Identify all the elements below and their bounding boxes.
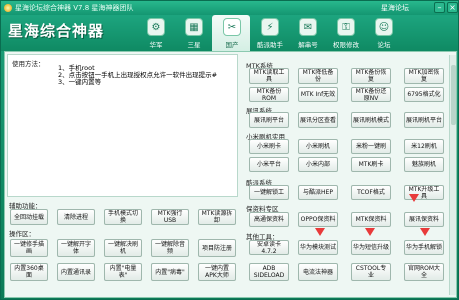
bolt-icon: ⚡ [261,18,279,36]
window-title: 星海论坛综合神器 V7.8 星海神器团队 [15,4,134,12]
red-arrow-icon [420,228,430,236]
mtk-read-tool-button[interactable]: MTK读取工具 [249,68,289,84]
main-nav: ⚙ 华军 ▦ 三星 ✂ 国产 ⚡ 酷派助手 ✉ 解串号 ⚿ 权限修改 ☺ 论坛 [136,15,402,51]
forum-link[interactable]: 星海论坛 [381,3,409,13]
android-reader-button[interactable]: 安卓读卡4.7.2 [249,240,289,255]
clear-process-button[interactable]: 清除进程 [57,209,95,225]
red-arrow-icon [315,228,325,236]
app-logo-icon [4,4,12,12]
app-window: 星海论坛综合神器 V7.8 星海神器团队 星海论坛 – × 星海综合神器 ⚙ 华军… [0,0,459,300]
content-area: 使用方法： 1、手机root 2、点击按钮一手机上出现授权点允许一软件出现提示#… [4,51,457,298]
official-rom-button[interactable]: 官网ROM大全 [404,263,444,281]
nav-guochan[interactable]: ✂ 国产 [212,15,250,51]
nav-luntan[interactable]: ☺ 论坛 [364,15,402,51]
spd-backup-button[interactable]: 展讯保资料 [404,212,444,227]
huawei-sms-button[interactable]: 华为短信升级 [351,240,391,255]
mtk-encrypt-restore-button[interactable]: MTK加密恢复 [404,68,444,84]
builtin-apk-button[interactable]: 一键内置APK大师 [198,263,236,281]
tcof-format-button[interactable]: TCOF格式 [351,185,391,200]
fix-screen-button[interactable]: 一键修手描画 [10,239,48,257]
mail-icon: ✉ [299,18,317,36]
huawei-module-button[interactable]: 华为模块测试 [298,240,338,255]
usage-line: 3、一键内置等 [58,78,102,86]
usage-title: 使用方法： [12,60,45,68]
builtin-virus-button[interactable]: 内置"病毒" [151,263,189,281]
key-icon: ⚿ [337,18,355,36]
adb-sideload-button[interactable]: ADB SIDELOAD [249,263,289,281]
mtk-usb-button[interactable]: MTK强行USB [151,209,189,225]
spd-partition-button[interactable]: 展讯分区查看 [298,112,338,128]
red-arrow-icon [409,194,419,202]
builtin-contacts-button[interactable]: 内置通讯录 [57,263,95,281]
mtk-backup-button[interactable]: MTK保资料 [351,212,391,227]
app-name: 星海综合神器 [8,22,105,40]
vertical-scrollbar[interactable] [449,55,456,295]
mtk-reduce-backup-button[interactable]: MTK降低备份 [298,68,338,84]
xiaomi-flash-button[interactable]: 小米刷机 [298,139,338,154]
title-bar: 星海论坛综合神器 V7.8 星海神器团队 星海论坛 – × [1,1,458,15]
spd-flash-platform-button[interactable]: 展讯刷机平台 [404,112,444,128]
builtin-battery-button[interactable]: 内置"电量表" [104,263,142,281]
mtk-source-button[interactable]: MTK读源拆卸 [198,209,236,225]
xiaomi-card-button[interactable]: 小米刷卡 [249,139,289,154]
unlock-audio-button[interactable]: 一键解除音频 [151,239,189,257]
mtk-inf-button[interactable]: MTK Inf无效 [298,87,338,102]
nav-kupai[interactable]: ⚡ 酷派助手 [250,15,288,51]
current-method-button[interactable]: 电流法神器 [298,263,338,281]
people-icon: ☺ [375,18,393,36]
auto-mount-button[interactable]: 全回动挂载 [10,209,48,225]
qualcomm-backup-button[interactable]: 高通保资料 [249,212,289,227]
cstool-button[interactable]: CSTOOL专业 [351,263,391,281]
close-button[interactable]: × [447,2,458,13]
unlock-tool-button[interactable]: 一键解锁工 [249,185,289,200]
tools-icon: ✂ [223,18,241,36]
oppo-backup-button[interactable]: OPPO保资料 [298,212,338,227]
scrollbar-thumb[interactable] [451,65,456,125]
meizu-flash-button[interactable]: 魅族刷机 [404,157,444,172]
gear-icon: ⚙ [147,18,165,36]
nav-samsung[interactable]: ▦ 三星 [174,15,212,51]
spd-flash-mode-button[interactable]: 展讯刷机模式 [351,112,391,128]
usage-lines: 1、手机root 2、点击按钮一手机上出现授权点允许一软件出现提示# 3、一键内… [58,65,217,86]
mifan-flash-button[interactable]: 米粉一键刷 [351,139,391,154]
spd-platform-button[interactable]: 展讯刷平台 [249,112,289,128]
xiaomi-platform-button[interactable]: 小米平台 [249,157,289,172]
operate-section-label: 操作区： [9,230,35,238]
anti-register-button[interactable]: 项目防注册 [198,239,236,257]
format-6795-button[interactable]: 6795格式化 [404,87,444,102]
nav-quanxian[interactable]: ⚿ 权限修改 [326,15,364,51]
red-arrow-icon [365,228,375,236]
mtk-backup-rom-button[interactable]: MTK备份ROM [249,87,289,102]
builtin-360-button[interactable]: 内置360桌面 [10,263,48,281]
grid-icon: ▦ [185,18,203,36]
nav-jiechuanhao[interactable]: ✉ 解串号 [288,15,326,51]
phone-mode-button[interactable]: 手机模式切换 [104,209,142,225]
usage-panel: 使用方法： 1、手机root 2、点击按钮一手机上出现授权点允许一软件出现提示#… [7,54,238,197]
fix-flash-button[interactable]: 一键解决刷机 [104,239,142,257]
xiaomi-internal-button[interactable]: 小米内部 [298,157,338,172]
mtk-nv-button[interactable]: MTK备份还原NV [351,87,391,102]
unlock-font-button[interactable]: 一键解开字体 [57,239,95,257]
nav-huajun[interactable]: ⚙ 华军 [136,15,174,51]
mi12-flash-button[interactable]: 米12刷机 [404,139,444,154]
mtk-backup-restore-button[interactable]: MTK备份恢复 [351,68,391,84]
kupai-hep-button[interactable]: 与酷派HEP [298,185,338,200]
minimize-button[interactable]: – [434,2,445,13]
mtk-card-button[interactable]: MTK刷卡 [351,157,391,172]
huawei-unlock-button[interactable]: 华为手机解锁 [404,240,444,255]
header: 星海综合神器 ⚙ 华军 ▦ 三星 ✂ 国产 ⚡ 酷派助手 ✉ 解串号 ⚿ 权限修改 ☺ 论坛 [1,15,458,51]
